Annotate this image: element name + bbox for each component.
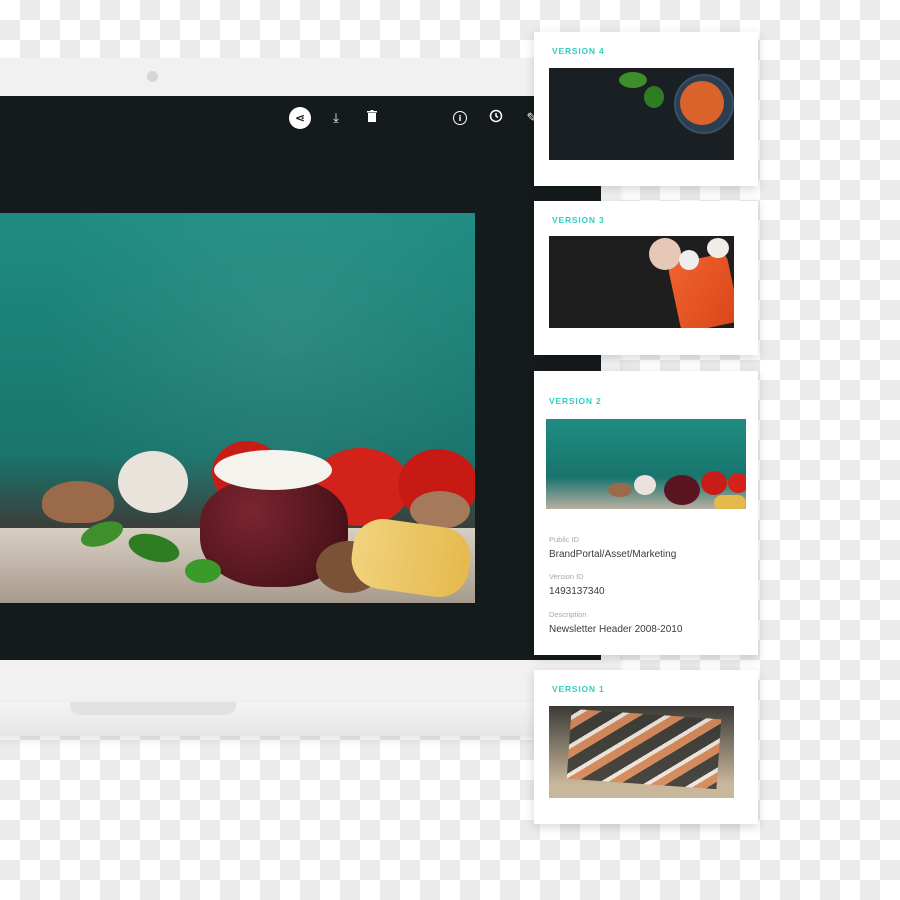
version-card-4[interactable]: VERSION 4 (534, 32, 758, 186)
mushroom-shape (608, 483, 632, 497)
garlic-shape (118, 451, 188, 513)
version-3-thumbnail[interactable] (549, 236, 734, 328)
description-label: Description (549, 610, 587, 619)
share-icon: ⋖ (294, 111, 306, 125)
laptop-notch (70, 702, 236, 715)
history-button[interactable] (485, 107, 507, 129)
version-card-1[interactable]: VERSION 1 (534, 670, 758, 824)
version-label: VERSION 1 (552, 684, 605, 694)
mushroom-shape (679, 250, 699, 270)
version-2-thumbnail[interactable] (546, 419, 746, 509)
basil-leaf-shape (644, 86, 664, 108)
mushroom-shape (42, 481, 114, 523)
skewers-shape (566, 708, 722, 790)
download-button[interactable]: ⤓ (325, 107, 347, 129)
info-icon: i (453, 111, 467, 125)
info-button[interactable]: i (449, 107, 471, 129)
clock-icon (489, 109, 503, 127)
salt-bowl-shape (649, 238, 681, 270)
mushroom-shape (707, 238, 729, 258)
public-id-label: Public ID (549, 535, 580, 544)
trash-icon (367, 110, 377, 126)
tomato-shape (728, 473, 746, 493)
download-icon: ⤓ (333, 110, 339, 126)
version-label: VERSION 4 (552, 46, 605, 56)
garlic-shape (634, 475, 656, 495)
version-id-label: Version ID (549, 572, 584, 581)
lentils-shape (680, 81, 724, 125)
share-button[interactable]: ⋖ (289, 107, 311, 129)
public-id-value: BrandPortal/Asset/Marketing (549, 549, 677, 560)
version-card-3[interactable]: VERSION 3 (534, 201, 758, 355)
asset-preview-image[interactable] (0, 213, 475, 603)
description-value: Newsletter Header 2008-2010 (549, 624, 683, 635)
clay-pot-shape (664, 475, 700, 505)
version-label: VERSION 2 (549, 396, 602, 406)
rice-shape (214, 450, 332, 490)
version-label: VERSION 3 (552, 215, 605, 225)
webcam (147, 71, 158, 82)
version-4-thumbnail[interactable] (549, 68, 734, 160)
version-card-2[interactable]: VERSION 2 Public ID BrandPortal/Asset/Ma… (534, 371, 758, 655)
delete-button[interactable] (361, 107, 383, 129)
version-id-value: 1493137340 (549, 586, 605, 597)
pasta-shape (714, 495, 746, 509)
basil-leaf-shape (619, 72, 647, 88)
tomato-shape (701, 471, 727, 495)
basil-leaf-shape (185, 559, 221, 583)
version-1-thumbnail[interactable] (549, 706, 734, 798)
